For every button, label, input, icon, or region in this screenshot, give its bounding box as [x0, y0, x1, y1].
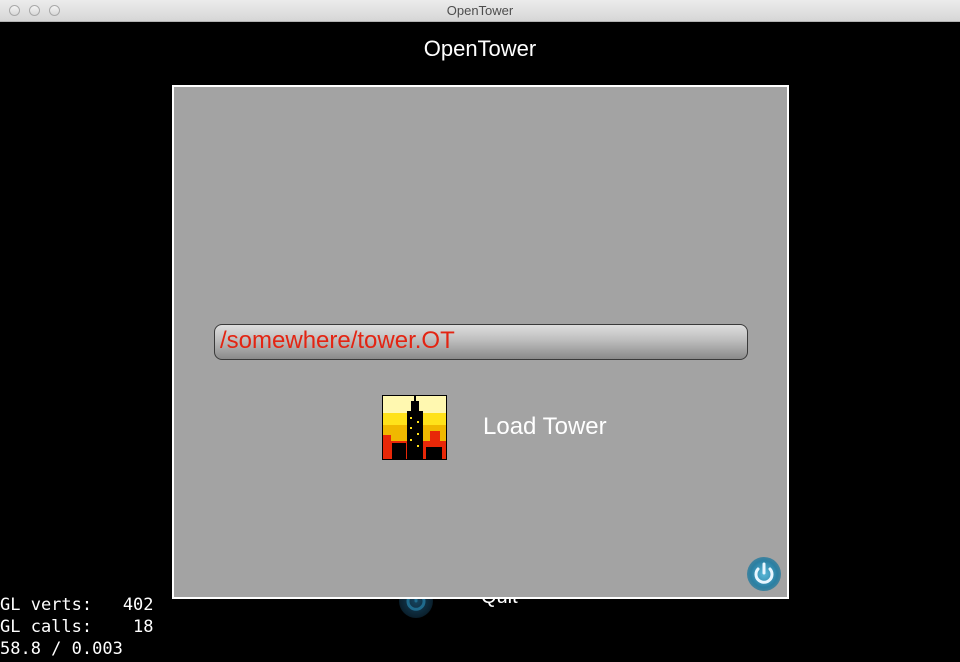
window-titlebar: OpenTower: [0, 0, 960, 22]
fps-line: 58.8 / 0.003: [0, 639, 123, 659]
load-tower-dialog: /somewhere/tower.OT Load Tower: [172, 85, 789, 599]
gl-verts-line: GL verts: 402: [0, 595, 154, 615]
window-title: OpenTower: [446, 3, 514, 18]
app-title: OpenTower: [423, 36, 537, 61]
load-tower-label[interactable]: Load Tower: [483, 413, 607, 441]
tower-path-input[interactable]: /somewhere/tower.OT: [214, 324, 748, 360]
gl-calls-line: GL calls: 18: [0, 617, 154, 637]
tower-icon[interactable]: [382, 395, 447, 460]
gl-debug-overlay: GL verts: 402 GL calls: 18 58.8 / 0.003: [0, 594, 154, 660]
power-icon[interactable]: [747, 557, 781, 591]
